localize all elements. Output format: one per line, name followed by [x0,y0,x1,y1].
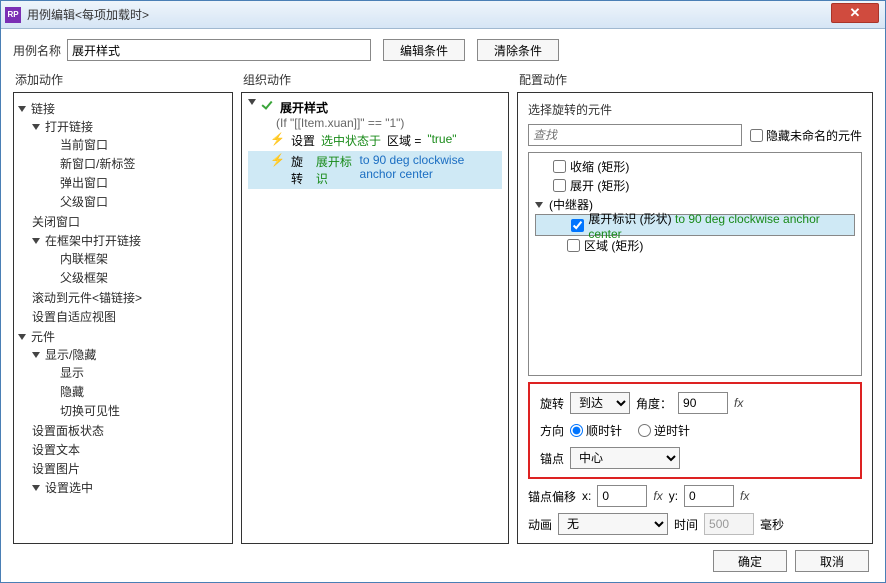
tree-close-window[interactable]: 关闭窗口 [32,215,80,229]
tree-set-image[interactable]: 设置图片 [32,462,80,476]
case-icon [262,99,276,113]
window-title: 用例编辑<每项加载时> [27,6,149,23]
fx-icon[interactable]: fx [740,489,749,503]
hide-unnamed-checkbox[interactable]: 隐藏未命名的元件 [750,127,862,144]
left-header: 添加动作 [13,71,233,88]
organize-panel: 展开样式 (If "[[Item.xuan]]" == "1") ⚡ 设置 选中… [241,92,509,544]
expand-icon[interactable] [248,99,256,105]
expand-icon[interactable] [32,124,40,130]
tree-item[interactable]: 内联框架 [60,252,108,266]
expand-icon[interactable] [32,352,40,358]
anchor-offset-label: 锚点偏移 [528,488,576,505]
list-item[interactable]: 区域 (矩形) [584,237,643,254]
expand-icon[interactable] [32,238,40,244]
close-button[interactable]: ✕ [831,3,879,23]
action-row-selected[interactable]: ⚡ 旋转 展开标识 to 90 deg clockwise anchor cen… [248,151,502,189]
add-action-panel: 链接 打开链接 当前窗口 新窗口/新标签 弹出窗口 父级窗口 [13,92,233,544]
tree-open-link[interactable]: 打开链接 [45,118,93,135]
titlebar: RP 用例编辑<每项加载时> ✕ [1,1,885,29]
tree-set-selected[interactable]: 设置选中 [45,479,93,496]
tree-item[interactable]: 隐藏 [60,385,84,399]
tree-item[interactable]: 切换可见性 [60,404,120,418]
tree-show-hide[interactable]: 显示/隐藏 [45,346,96,363]
tree-open-in-frame[interactable]: 在框架中打开链接 [45,232,141,249]
tree-item[interactable]: 父级框架 [60,271,108,285]
list-item[interactable]: (中继器) [549,196,593,213]
fx-icon[interactable]: fx [653,489,662,503]
ok-button[interactable]: 确定 [713,550,787,572]
tree-set-adaptive[interactable]: 设置自适应视图 [32,310,116,324]
animate-select[interactable]: 无 [558,513,668,535]
expand-icon[interactable] [535,202,543,208]
direction-label: 方向 [540,422,564,439]
expand-icon[interactable] [18,106,26,112]
offset-y-input[interactable] [684,485,734,507]
search-input[interactable] [528,124,742,146]
list-item[interactable]: 展开标识 (形状) to 90 deg clockwise anchor cen… [588,210,850,241]
checkbox[interactable] [553,179,566,192]
angle-input[interactable] [678,392,728,414]
action-row[interactable]: ⚡ 设置 选中状态于 区域 = "true" [248,130,502,151]
counterclockwise-radio[interactable]: 逆时针 [638,422,690,439]
tree-set-panel[interactable]: 设置面板状态 [32,424,104,438]
anchor-select[interactable]: 中心 [570,447,680,469]
checkbox[interactable] [567,239,580,252]
config-panel: 选择旋转的元件 隐藏未命名的元件 收缩 (矩形) 展开 (矩形) (中继器) 展… [517,92,873,544]
checkbox[interactable] [553,160,566,173]
tree-link[interactable]: 链接 [31,100,55,117]
ms-label: 毫秒 [760,516,784,533]
cancel-button[interactable]: 取消 [795,550,869,572]
bolt-icon: ⚡ [270,153,285,167]
checkbox[interactable] [571,219,584,232]
right-header: 配置动作 [517,71,873,88]
rotate-settings: 旋转 到达 角度： fx 方向 顺时针 逆时针 [528,382,862,479]
widget-list[interactable]: 收缩 (矩形) 展开 (矩形) (中继器) 展开标识 (形状) to 90 de… [528,152,862,376]
fx-icon[interactable]: fx [734,396,743,410]
select-widget-label: 选择旋转的元件 [528,101,862,118]
tree-item[interactable]: 弹出窗口 [60,176,108,190]
tree-scroll-to-anchor[interactable]: 滚动到元件<锚链接> [32,291,142,305]
tree-item[interactable]: 显示 [60,366,84,380]
list-item[interactable]: 收缩 (矩形) [570,158,629,175]
tree-widgets[interactable]: 元件 [31,328,55,345]
clear-condition-button[interactable]: 清除条件 [477,39,559,61]
case-name-label: 用例名称 [13,42,61,59]
edit-condition-button[interactable]: 编辑条件 [383,39,465,61]
app-icon: RP [5,7,21,23]
tree-item[interactable]: 当前窗口 [60,138,108,152]
animate-label: 动画 [528,516,552,533]
action-tree[interactable]: 链接 打开链接 当前窗口 新窗口/新标签 弹出窗口 父级窗口 [14,93,232,504]
tree-set-text[interactable]: 设置文本 [32,443,80,457]
bolt-icon: ⚡ [270,132,285,146]
angle-label: 角度： [636,395,672,412]
clockwise-radio[interactable]: 顺时针 [570,422,622,439]
expand-icon[interactable] [18,334,26,340]
tree-item[interactable]: 新窗口/新标签 [60,157,135,171]
case-title[interactable]: 展开样式 [280,99,328,116]
middle-header: 组织动作 [241,71,509,88]
rotate-mode-select[interactable]: 到达 [570,392,630,414]
list-item[interactable]: 展开 (矩形) [570,177,629,194]
time-label: 时间 [674,516,698,533]
expand-icon[interactable] [32,485,40,491]
tree-item[interactable]: 父级窗口 [60,195,108,209]
offset-x-input[interactable] [597,485,647,507]
rotate-label: 旋转 [540,395,564,412]
case-condition: (If "[[Item.xuan]]" == "1") [248,116,502,130]
case-name-input[interactable] [67,39,371,61]
anchor-label: 锚点 [540,450,564,467]
time-input [704,513,754,535]
